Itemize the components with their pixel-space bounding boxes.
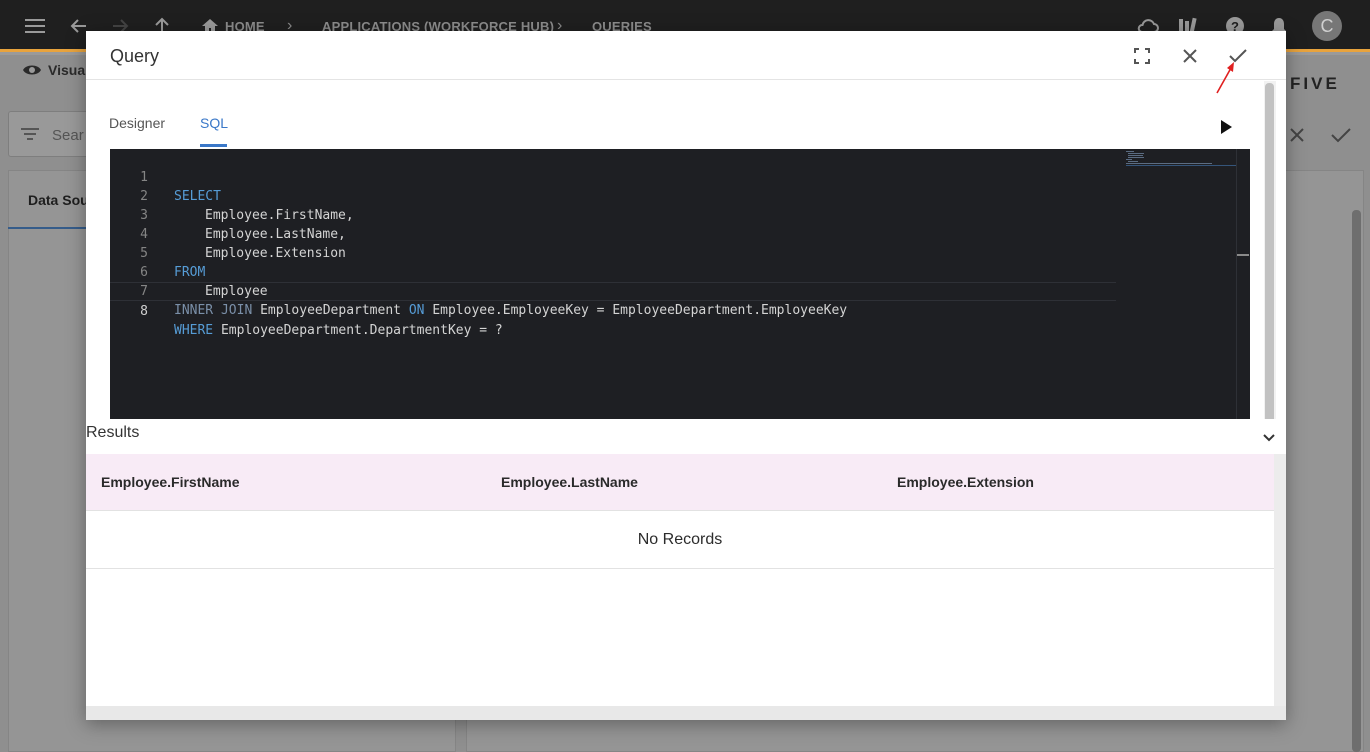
column-header-extension[interactable]: Employee.Extension [897,474,1034,490]
tab-designer[interactable]: Designer [109,115,165,131]
sql-editor[interactable]: 1 SELECT 2 Employee.FirstName, 3 Employe… [110,149,1250,419]
background-scrollbar[interactable] [1352,210,1361,752]
brand-logo: FIVE [1290,74,1340,93]
code-line: 5 FROM [110,225,1116,280]
results-label: Results [86,424,140,441]
code-line: 7 INNER JOIN EmployeeDepartment ON Emplo… [110,263,1116,318]
visual-label: Visua [48,62,86,78]
fullscreen-icon [1134,48,1150,64]
code-text: Employee.EmployeeKey = EmployeeDepartmen… [432,303,848,318]
editor-scrollbar[interactable] [1236,149,1250,419]
keyword-where: WHERE [174,323,214,338]
datasource-tab-underline [8,227,88,229]
annotation-arrow-icon [1216,62,1234,94]
visual-tab[interactable]: Visua [22,62,85,78]
dialog-scrollbar-thumb[interactable] [1265,83,1274,425]
code-text: EmployeeDepartment [260,303,401,318]
keyword-inner-join: INNER JOIN [174,303,253,318]
chevron-down-icon [1263,434,1275,442]
column-header-first-name[interactable]: Employee.FirstName [101,474,240,490]
results-vertical-scrollbar[interactable] [1274,454,1286,706]
results-collapse-button[interactable] [1258,427,1280,449]
keyword-on: ON [408,303,425,318]
code-line: 1 SELECT [110,149,1116,204]
datasource-tab[interactable]: Data Sou [28,192,89,208]
tab-sql[interactable]: SQL [200,115,228,131]
code-line: 2 Employee.FirstName, [110,168,1116,223]
code-line: 4 Employee.Extension [110,206,1116,261]
avatar[interactable]: C [1312,11,1342,41]
line-number: 8 [140,304,148,319]
menu-icon[interactable] [23,14,47,38]
results-table-header: Employee.FirstName Employee.LastName Emp… [86,454,1274,511]
filter-icon [21,128,39,140]
eye-icon [23,65,41,75]
results-header[interactable]: Results [86,419,1286,453]
background-close-icon[interactable] [1288,126,1306,144]
tab-sql-underline [200,144,227,147]
code-line: 3 Employee.LastName, [110,187,1116,242]
background-search-placeholder: Sear [52,127,84,144]
empty-results-row: No Records [86,512,1274,569]
dialog-header: Query [86,31,1286,80]
fullscreen-button[interactable] [1129,43,1155,69]
run-query-button[interactable] [1214,115,1238,139]
background-check-icon[interactable] [1330,126,1352,144]
code-line: 6 Employee [110,244,1116,299]
close-icon [1183,49,1197,63]
play-icon [1221,120,1232,134]
results-horizontal-scrollbar[interactable] [86,706,1286,720]
code-text: EmployeeDepartment.DepartmentKey = ? [220,323,503,338]
editor-minimap[interactable] [1124,149,1236,167]
column-header-last-name[interactable]: Employee.LastName [501,474,638,490]
close-button[interactable] [1177,43,1203,69]
editor-scroll-marker [1237,254,1249,256]
no-records-text: No Records [637,531,723,548]
code-line-current: 8 WHERE EmployeeDepartment.DepartmentKey… [110,282,1116,338]
query-dialog: Query Designer SQL 1 SELECT 2 Employee.F… [86,31,1286,720]
dialog-title: Query [110,46,160,66]
